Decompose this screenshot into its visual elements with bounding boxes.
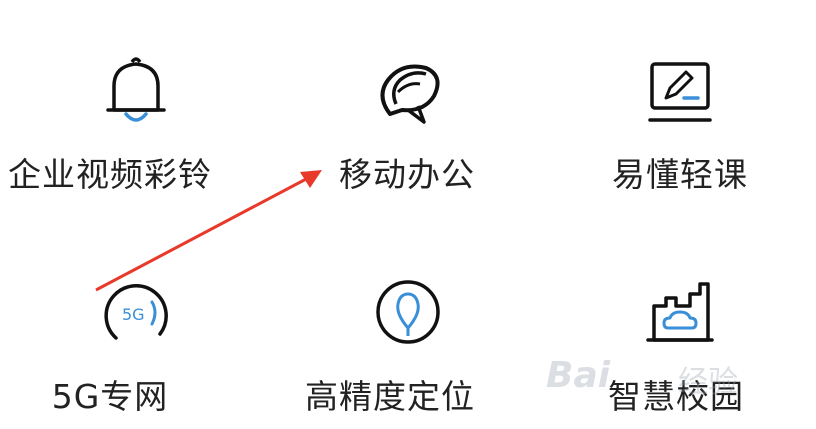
mobile-office-icon xyxy=(380,64,440,124)
service-grid: 企业视频彩铃 移动办公 易懂轻课 5G 5G专网 高精度定位 智慧校园 xyxy=(0,0,816,429)
tile-smart-campus[interactable]: 智慧校园 xyxy=(544,214,816,416)
tile-label: 易懂轻课 xyxy=(612,155,748,194)
tile-label: 高精度定位 xyxy=(305,377,475,416)
tile-label: 企业视频彩铃 xyxy=(8,155,212,194)
5g-icon-text: 5G xyxy=(122,305,145,324)
tile-label: 移动办公 xyxy=(339,155,475,194)
location-pin-icon xyxy=(376,280,440,344)
tile-label: 5G专网 xyxy=(51,377,169,416)
5g-icon: 5G xyxy=(104,284,168,340)
tile-easy-lessons[interactable]: 易懂轻课 xyxy=(544,0,816,200)
tile-mobile-office[interactable]: 移动办公 xyxy=(272,0,544,200)
tile-enterprise-video-ringtone[interactable]: 企业视频彩铃 xyxy=(0,0,272,200)
bell-icon xyxy=(106,57,166,122)
factory-cloud-icon xyxy=(646,282,714,342)
tile-high-precision-positioning[interactable]: 高精度定位 xyxy=(272,214,544,416)
tile-label: 智慧校园 xyxy=(608,377,744,416)
monitor-edit-icon xyxy=(648,62,712,122)
tile-5g-private-network[interactable]: 5G 5G专网 xyxy=(0,214,272,416)
